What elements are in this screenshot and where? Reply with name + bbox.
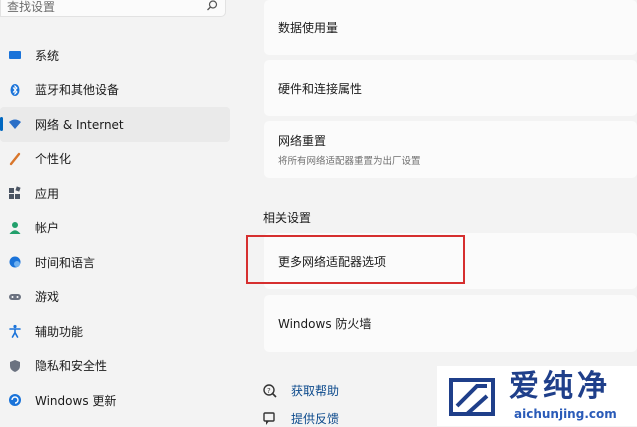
sidebar-nav: 系统 蓝牙和其他设备 网络 & Internet 个性化 应用 帐户 时间和语言… <box>0 38 230 418</box>
help-link-label: 获取帮助 <box>291 384 340 398</box>
sidebar-item-privacy[interactable]: 隐私和安全性 <box>0 349 230 384</box>
sidebar-item-label: Windows 更新 <box>35 393 117 408</box>
card-title: 数据使用量 <box>278 21 339 35</box>
sidebar-item-network[interactable]: 网络 & Internet <box>0 107 230 142</box>
watermark-title: 爱纯净 <box>509 369 611 404</box>
sidebar-item-label: 辅助功能 <box>35 324 84 339</box>
related-settings-heading: 相关设置 <box>263 211 312 225</box>
bluetooth-icon <box>10 83 20 96</box>
sidebar-item-accessibility[interactable]: 辅助功能 <box>0 314 230 349</box>
monitor-icon <box>9 51 21 60</box>
sidebar-item-label: 游戏 <box>35 290 60 305</box>
sidebar-item-label: 蓝牙和其他设备 <box>35 83 120 98</box>
brush-icon <box>9 152 21 165</box>
sidebar-item-label: 应用 <box>35 186 60 201</box>
network-reset-card[interactable]: 网络重置 将所有网络适配器重置为出厂设置 <box>264 121 637 178</box>
help-icon: ? <box>263 383 277 398</box>
watermark-url: aichunjing.com <box>514 407 617 421</box>
feedback-link-label: 提供反馈 <box>291 412 340 426</box>
sidebar-item-personalization[interactable]: 个性化 <box>0 142 230 177</box>
highlight-box <box>246 235 465 284</box>
sidebar-item-windows-update[interactable]: Windows 更新 <box>0 383 230 418</box>
windows-firewall-card[interactable]: Windows 防火墙 <box>264 295 637 352</box>
feedback-link[interactable]: 提供反馈 <box>262 410 339 427</box>
globe-clock-icon <box>9 256 21 268</box>
card-title: Windows 防火墙 <box>278 317 372 331</box>
get-help-link[interactable]: ? 获取帮助 <box>262 382 339 399</box>
feedback-icon <box>263 411 275 425</box>
sidebar-item-label: 时间和语言 <box>35 255 96 270</box>
sidebar-item-apps[interactable]: 应用 <box>0 176 230 211</box>
search-box[interactable]: 查找设置 <box>0 0 226 17</box>
sidebar-item-time-language[interactable]: 时间和语言 <box>0 245 230 280</box>
accessibility-icon <box>9 325 21 339</box>
wifi-icon <box>9 119 21 130</box>
sidebar-item-label: 隐私和安全性 <box>35 359 108 374</box>
sidebar-item-label: 网络 & Internet <box>35 117 124 132</box>
sidebar-item-system[interactable]: 系统 <box>0 38 230 73</box>
sidebar-item-gaming[interactable]: 游戏 <box>0 280 230 315</box>
card-description: 将所有网络适配器重置为出厂设置 <box>278 156 421 167</box>
hardware-properties-card[interactable]: 硬件和连接属性 <box>264 60 637 116</box>
sidebar-item-accounts[interactable]: 帐户 <box>0 211 230 246</box>
sidebar-item-label: 帐户 <box>35 221 60 236</box>
search-input[interactable]: 查找设置 <box>7 0 55 14</box>
card-title: 网络重置 <box>278 134 327 148</box>
watermark-logo-icon <box>449 378 495 416</box>
card-title: 硬件和连接属性 <box>278 81 363 96</box>
svg-text:?: ? <box>267 387 271 395</box>
sidebar-item-bluetooth[interactable]: 蓝牙和其他设备 <box>0 73 230 108</box>
gamepad-icon <box>9 293 21 300</box>
watermark: 爱纯净 aichunjing.com <box>437 366 637 426</box>
shield-icon <box>10 359 20 372</box>
person-icon <box>9 221 21 234</box>
sidebar-item-label: 个性化 <box>35 152 72 167</box>
data-usage-card[interactable]: 数据使用量 <box>264 0 637 55</box>
apps-icon <box>9 186 21 200</box>
sidebar-item-label: 系统 <box>35 48 60 63</box>
update-icon <box>9 394 21 407</box>
search-icon[interactable] <box>205 0 219 13</box>
